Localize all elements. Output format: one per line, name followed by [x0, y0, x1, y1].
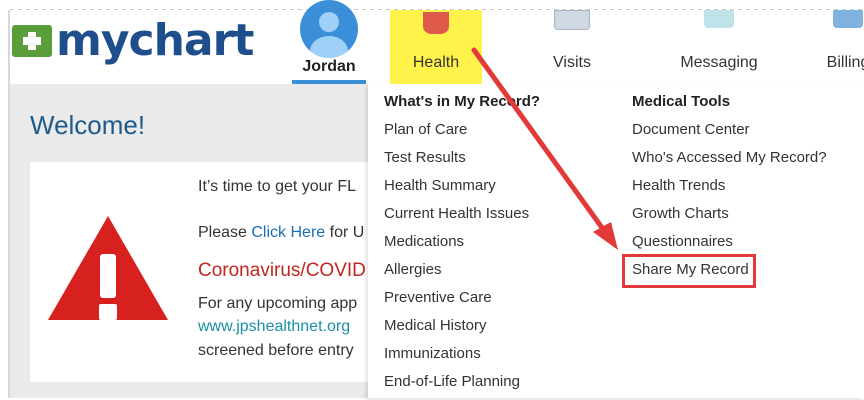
click-here-link[interactable]: Click Here: [251, 224, 325, 241]
jps-website-link[interactable]: www.jpshealthnet.org: [198, 318, 350, 336]
health-dropdown-menu: What's in My Record? Plan of Care Test R…: [368, 84, 864, 398]
menu-item-medical-history[interactable]: Medical History: [384, 316, 540, 344]
tab-visits[interactable]: Visits: [530, 10, 614, 84]
notice-line-appointments: For any upcoming app: [198, 295, 358, 312]
tab-messaging[interactable]: Messaging: [664, 10, 774, 84]
menu-item-growth-charts[interactable]: Growth Charts: [632, 204, 827, 232]
menu-heading-record: What's in My Record?: [384, 93, 541, 110]
notice-line-flu: It’s time to get your FL: [198, 178, 356, 195]
menu-item-document-center[interactable]: Document Center: [632, 120, 827, 148]
card-icon: [833, 10, 863, 28]
notice-click-suffix: for U: [325, 224, 365, 241]
notice-click-prefix: Please: [198, 224, 252, 241]
menu-item-preventive-care[interactable]: Preventive Care: [384, 288, 540, 316]
tab-billing-label: Billing: [826, 54, 864, 71]
user-name: Jordan: [302, 58, 356, 75]
logo-cross-icon: [12, 25, 52, 57]
screenshot-frame: mychart Jordan Health Visits Messaging B…: [0, 0, 864, 398]
menu-item-allergies[interactable]: Allergies: [384, 260, 540, 288]
welcome-heading: Welcome!: [30, 110, 146, 140]
menu-item-whos-accessed[interactable]: Who's Accessed My Record?: [632, 148, 827, 176]
logo-text: mychart: [56, 15, 254, 66]
notice-line-click: Please Click Here for U: [198, 224, 364, 242]
user-menu[interactable]: Jordan: [292, 0, 366, 84]
covid-heading: Coronavirus/COVID: [198, 260, 366, 281]
envelope-icon: [704, 10, 734, 28]
header: mychart Jordan Health Visits Messaging B…: [10, 0, 864, 84]
menu-heading-tools: Medical Tools: [632, 93, 731, 110]
menu-item-end-of-life-planning[interactable]: End-of-Life Planning: [384, 372, 540, 400]
menu-item-medications[interactable]: Medications: [384, 232, 540, 260]
tab-health-label: Health: [412, 54, 460, 71]
menu-item-current-health-issues[interactable]: Current Health Issues: [384, 204, 540, 232]
tab-billing[interactable]: Billing: [818, 10, 864, 84]
user-avatar-icon: [300, 0, 358, 58]
menu-item-plan-of-care[interactable]: Plan of Care: [384, 120, 540, 148]
warning-exclamation-dot: [99, 304, 117, 320]
menu-item-health-trends[interactable]: Health Trends: [632, 176, 827, 204]
calendar-icon: [554, 10, 590, 30]
tab-messaging-label: Messaging: [680, 54, 758, 71]
annotation-highlight-box: [622, 254, 756, 288]
menu-item-test-results[interactable]: Test Results: [384, 148, 540, 176]
tab-health[interactable]: Health: [390, 10, 482, 84]
heart-icon: [423, 12, 449, 34]
notice-line-screened: screened before entry: [198, 342, 354, 359]
menu-column-record: What's in My Record? Plan of Care Test R…: [384, 92, 540, 400]
warning-exclamation: [100, 254, 116, 298]
mychart-logo[interactable]: mychart: [12, 15, 254, 66]
menu-item-health-summary[interactable]: Health Summary: [384, 176, 540, 204]
menu-item-immunizations[interactable]: Immunizations: [384, 344, 540, 372]
tab-visits-label: Visits: [553, 54, 591, 71]
